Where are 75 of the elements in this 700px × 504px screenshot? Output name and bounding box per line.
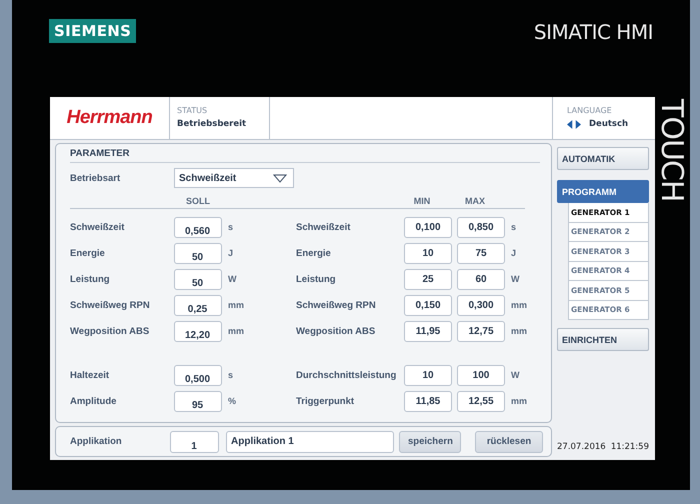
value-field: 0,850: [457, 216, 505, 238]
value-field: 75: [457, 242, 505, 264]
field-label: Haltezeit: [70, 370, 110, 380]
name-field: Applikation 1: [226, 430, 394, 452]
language-switch-icon[interactable]: [567, 120, 581, 128]
field-label: Durchschnittsleistung: [296, 370, 398, 380]
number-field: 1: [170, 430, 219, 452]
status-label: STATUS: [177, 106, 208, 115]
value-field: 12,20: [174, 320, 222, 342]
unit-label: J: [510, 248, 518, 258]
value-field: 11,95: [404, 320, 452, 342]
column-heading: MIN: [412, 196, 432, 208]
dropdown-caret-icon: [273, 174, 287, 182]
value-field: 50: [174, 268, 222, 290]
unit-label: %: [227, 396, 238, 406]
value-field: 0,560: [174, 216, 222, 238]
column-heading: MAX: [464, 196, 486, 208]
unit-label: mm: [510, 396, 528, 406]
nav-button[interactable]: EINRICHTEN: [557, 328, 649, 351]
action-button[interactable]: speichern: [399, 430, 461, 452]
product-name: SIMATIC HMI: [534, 20, 653, 44]
language-label: LANGUAGE: [567, 106, 613, 115]
value-field: 10: [404, 242, 452, 264]
unit-label: J: [227, 248, 234, 258]
value-field: 12,75: [457, 320, 505, 342]
unit-label: W: [227, 274, 238, 284]
unit-label: W: [510, 370, 520, 380]
field-label: Amplitude: [70, 396, 118, 406]
value-field: 0,300: [457, 294, 505, 316]
unit-label: s: [510, 222, 518, 232]
value-field: 25: [404, 268, 452, 290]
side-label: TOUCH: [655, 99, 689, 202]
company-logo: Herrmann: [66, 107, 152, 129]
field-label: Leistung: [70, 274, 111, 284]
column-heading: SOLL: [185, 196, 211, 208]
value-field: 0,100: [404, 216, 452, 238]
field-label: Schweißzeit: [70, 222, 126, 232]
unit-label: mm: [510, 300, 528, 310]
value-field: 95: [174, 390, 222, 412]
field-label: Schweißzeit: [296, 222, 352, 232]
field-label: Leistung: [296, 274, 337, 284]
field-label: Wegposition ABS: [70, 326, 150, 336]
unit-label: mm: [227, 326, 246, 336]
mode-dropdown[interactable]: Schweißzeit: [174, 168, 294, 188]
unit-label: s: [227, 370, 234, 380]
unit-label: s: [227, 222, 234, 232]
nav-button[interactable]: PROGRAMM: [557, 180, 649, 203]
nav-button[interactable]: AUTOMATIK: [557, 147, 649, 170]
field-label: Betriebsart: [70, 172, 122, 184]
status-value: Betriebsbereit: [177, 119, 248, 129]
value-field: 0,500: [174, 364, 222, 386]
panel-title: PARAMETER: [70, 146, 540, 163]
language-value: Deutsch: [589, 119, 628, 129]
field-label: Triggerpunkt: [296, 396, 356, 406]
field-label: Wegposition ABS: [296, 326, 376, 336]
value-field: 100: [457, 364, 505, 386]
value-field: 50: [174, 242, 222, 264]
date-text: 27.07.2016: [557, 442, 606, 452]
field-label: Schweißweg RPN: [70, 300, 151, 310]
field-label: Applikation: [70, 436, 123, 447]
field-label: Schweißweg RPN: [296, 300, 377, 310]
field-label: Energie: [296, 248, 332, 258]
unit-label: mm: [510, 326, 528, 336]
field-label: Energie: [70, 248, 106, 258]
value-field: 60: [457, 268, 505, 290]
brand-logo: SIEMENS: [49, 19, 136, 43]
value-field: 10: [404, 364, 452, 386]
value-field: 11,85: [404, 390, 452, 412]
unit-label: W: [510, 274, 520, 284]
value-field: 0,25: [174, 294, 222, 316]
value-field: 12,55: [457, 390, 505, 412]
time-text: 11:21:59: [610, 442, 649, 452]
unit-label: mm: [227, 300, 246, 310]
action-button[interactable]: rücklesen: [475, 430, 543, 452]
value-field: 0,150: [404, 294, 452, 316]
